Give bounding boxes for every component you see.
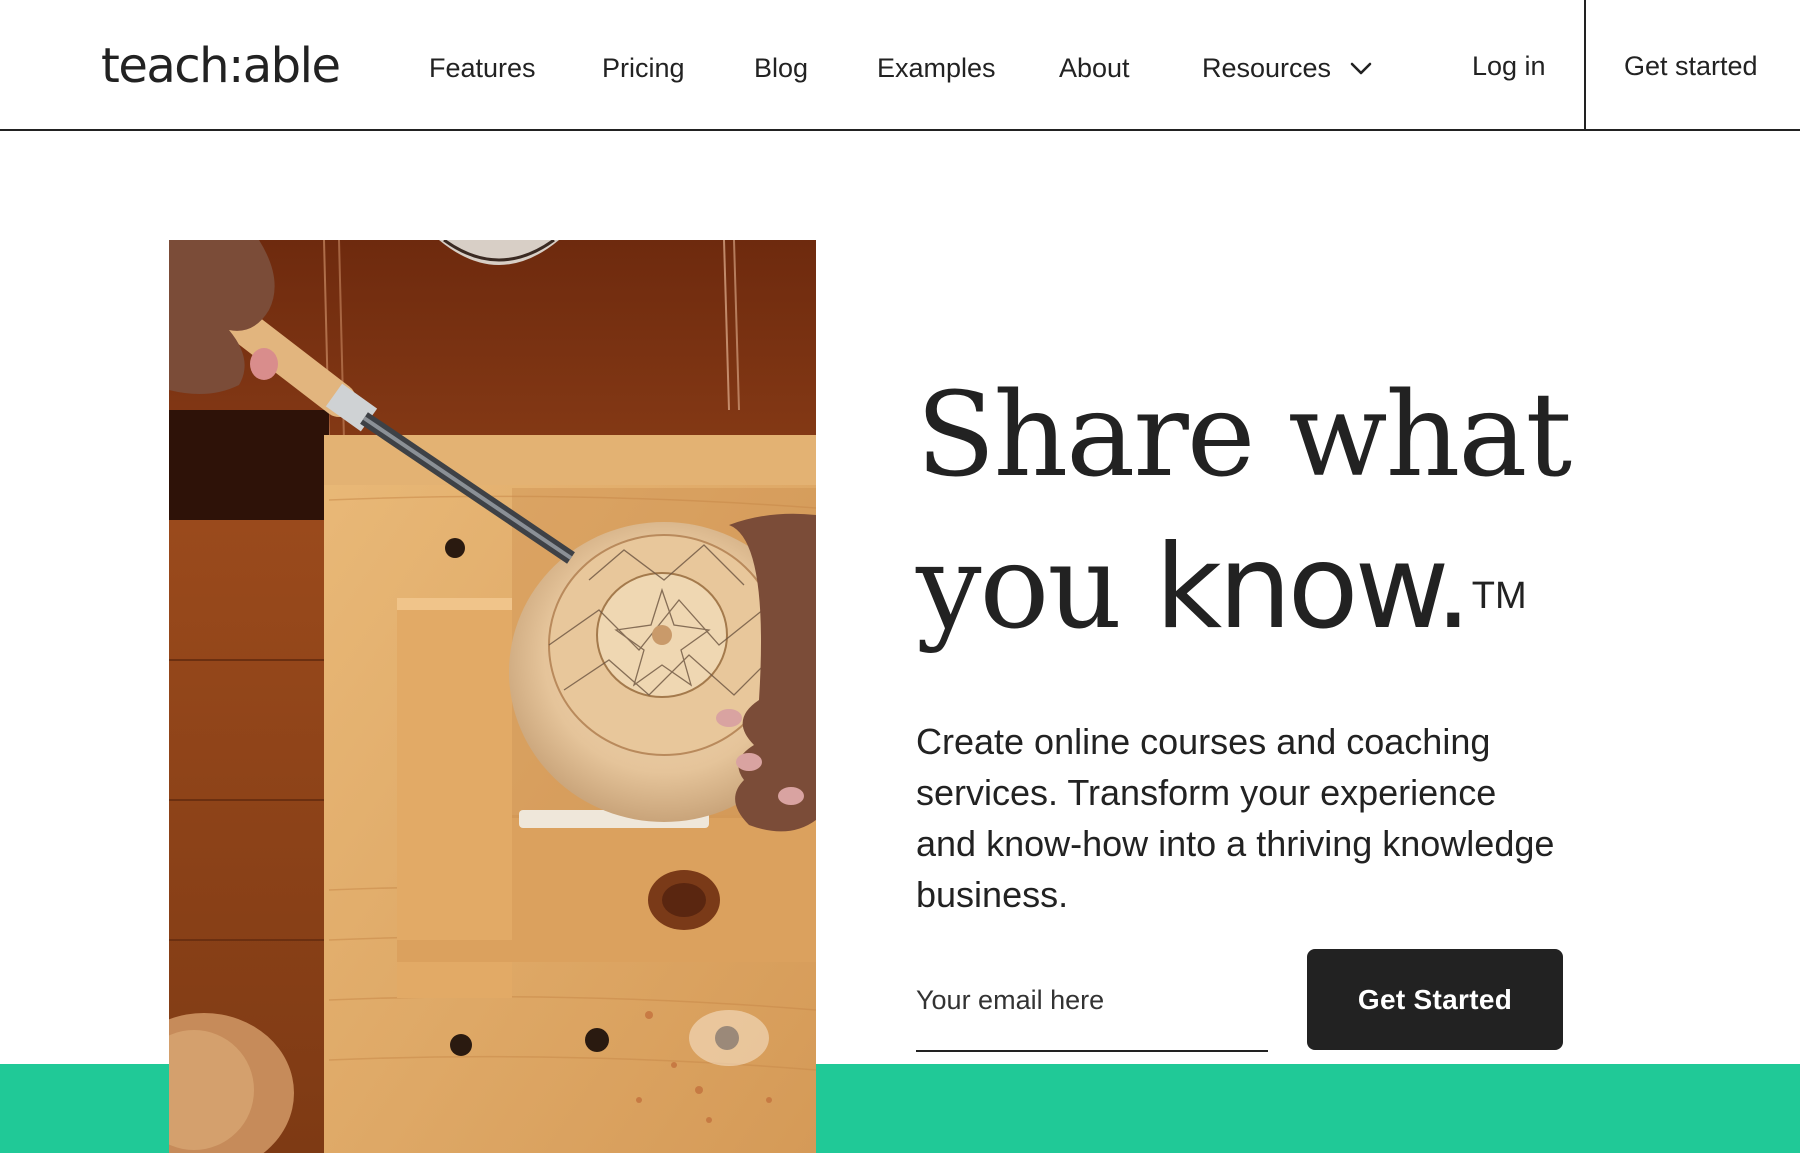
chevron-down-icon[interactable] <box>1350 62 1372 76</box>
nav-divider <box>1584 0 1586 131</box>
nav-item-about[interactable]: About <box>1059 48 1130 88</box>
get-started-button[interactable]: Get Started <box>1307 949 1563 1050</box>
headline-word-you: you <box>916 520 1122 655</box>
headline-word-know: know. <box>1154 520 1472 655</box>
nav-item-resources-label: Resources <box>1202 53 1332 83</box>
nav-item-blog[interactable]: Blog <box>754 48 808 88</box>
headline-line-2: you know. TM <box>916 512 1716 664</box>
site-header: teach:able Features Pricing Blog Example… <box>0 0 1800 131</box>
nav-item-features[interactable]: Features <box>429 48 536 88</box>
hero-headline: Share what you know. TM <box>916 360 1716 664</box>
headline-line-1: Share what <box>916 368 1572 503</box>
nav-item-examples[interactable]: Examples <box>877 48 996 88</box>
login-link[interactable]: Log in <box>1472 46 1546 86</box>
email-input[interactable] <box>916 980 1268 1020</box>
nav-item-resources[interactable]: Resources <box>1202 48 1331 88</box>
page: teach:able Features Pricing Blog Example… <box>0 0 1800 1153</box>
teachable-logo[interactable]: teach:able <box>101 38 341 94</box>
nav-item-pricing[interactable]: Pricing <box>602 48 685 88</box>
hero-image <box>169 240 816 1153</box>
wood-carving-illustration <box>169 240 816 1153</box>
trademark-symbol: TM <box>1471 575 1527 617</box>
email-field-wrapper <box>916 960 1268 1052</box>
hero-subtitle: Create online courses and coaching servi… <box>916 721 1555 915</box>
get-started-nav-button[interactable]: Get started <box>1624 46 1758 86</box>
